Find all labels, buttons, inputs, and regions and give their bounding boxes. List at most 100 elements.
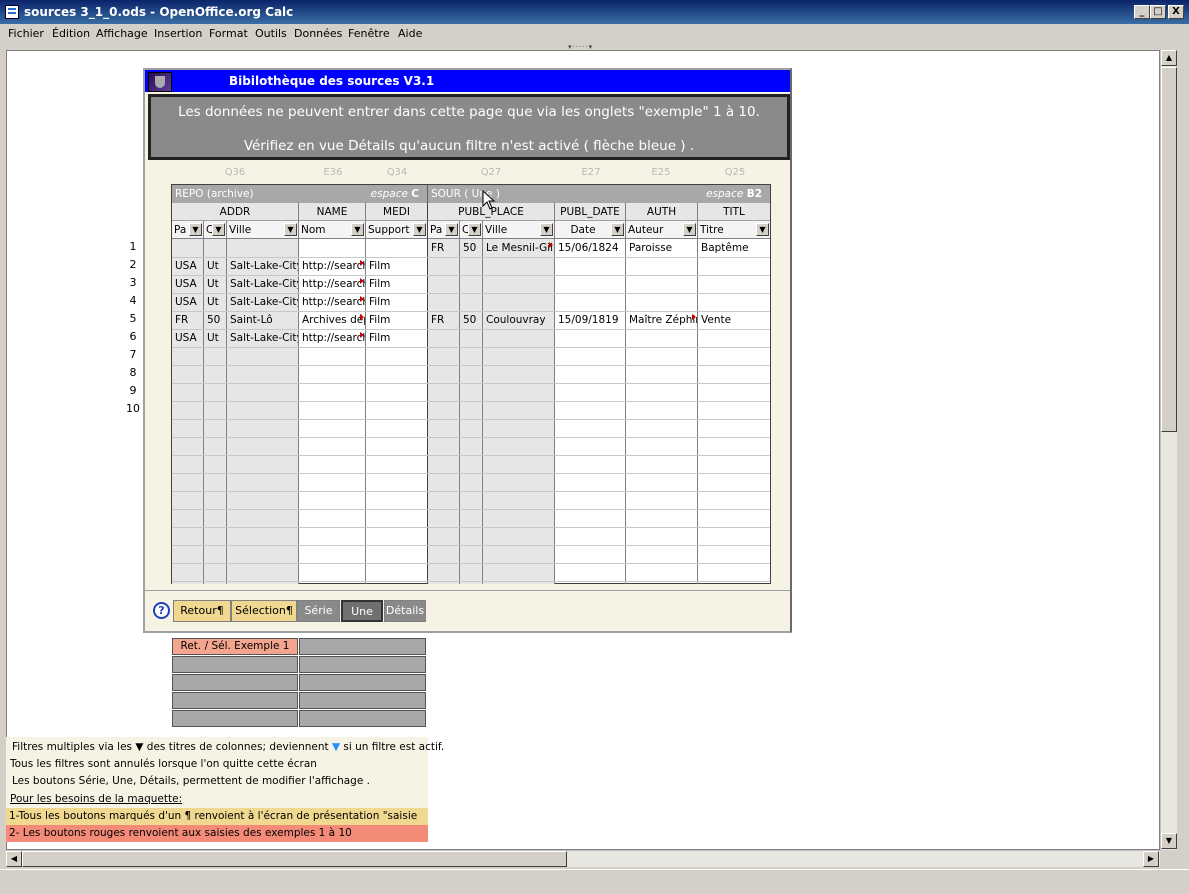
empty-button-cell[interactable]	[299, 674, 426, 691]
filter-dropdown-icon[interactable]: ▼	[413, 223, 426, 236]
table-cell-support[interactable]: Film	[366, 275, 390, 293]
table-cell-s-ville[interactable]: Coulouvray	[483, 311, 554, 329]
table-cell-s-pays[interactable]: FR	[428, 239, 444, 257]
table-cell-s-ville[interactable]	[483, 293, 554, 311]
table-cell-s-pays[interactable]	[428, 275, 431, 293]
table-cell-c[interactable]: Ut	[204, 257, 219, 275]
scroll-up-icon[interactable]: ▲	[1161, 50, 1177, 66]
table-cell-auteur[interactable]	[626, 257, 697, 275]
filter-sour-c[interactable]: C ▼	[460, 221, 483, 239]
empty-button-cell[interactable]	[172, 692, 298, 709]
menu-affichage[interactable]: Affichage	[96, 27, 148, 40]
empty-button-cell[interactable]	[299, 638, 426, 655]
table-cell-auteur[interactable]	[626, 275, 697, 293]
details-button[interactable]: Détails	[384, 600, 426, 622]
table-cell-pays[interactable]: USA	[172, 293, 197, 311]
table-cell-s-c[interactable]	[460, 257, 463, 275]
table-cell-ville[interactable]: Salt-Lake-City	[227, 293, 298, 311]
menu-insertion[interactable]: Insertion	[154, 27, 202, 40]
table-cell-date[interactable]	[555, 257, 558, 275]
table-cell-pays[interactable]: USA	[172, 275, 197, 293]
serie-button[interactable]: Série	[297, 600, 340, 622]
table-cell-support[interactable]: Film	[366, 257, 390, 275]
scroll-right-icon[interactable]: ▶	[1143, 851, 1159, 867]
table-cell-nom[interactable]: http://search	[299, 329, 365, 347]
une-button[interactable]: Une	[341, 600, 383, 622]
table-cell-date[interactable]: 15/06/1824	[555, 239, 619, 257]
toolbar-grip[interactable]: ▾·····▾	[568, 43, 608, 51]
table-cell-s-pays[interactable]	[428, 293, 431, 311]
table-cell-titre[interactable]	[698, 329, 701, 347]
filter-c[interactable]: C ▼	[204, 221, 227, 239]
filter-support[interactable]: Support ▼	[366, 221, 428, 239]
table-cell-c[interactable]	[204, 239, 207, 257]
minimize-button[interactable]: _	[1134, 5, 1150, 19]
table-cell-s-pays[interactable]	[428, 329, 431, 347]
table-cell-ville[interactable]: Salt-Lake-City	[227, 257, 298, 275]
menu-donnees[interactable]: Données	[294, 27, 342, 40]
table-cell-pays[interactable]	[172, 239, 175, 257]
table-cell-s-c[interactable]: 50	[460, 311, 476, 329]
maximize-button[interactable]: □	[1150, 5, 1166, 19]
table-cell-auteur[interactable]	[626, 329, 697, 347]
filter-sour-pays[interactable]: Pa ▼	[428, 221, 460, 239]
selection-button[interactable]: Sélection¶	[231, 600, 297, 622]
table-cell-nom[interactable]: http://search	[299, 257, 365, 275]
table-cell-date[interactable]	[555, 275, 558, 293]
table-cell-titre[interactable]: Baptême	[698, 239, 749, 257]
table-cell-nom[interactable]: Archives dép	[299, 311, 365, 329]
table-cell-auteur[interactable]	[626, 293, 697, 311]
retour-button[interactable]: Retour¶	[173, 600, 231, 622]
filter-nom[interactable]: Nom ▼	[299, 221, 366, 239]
table-cell-nom[interactable]: http://search	[299, 275, 365, 293]
table-cell-c[interactable]: Ut	[204, 293, 219, 311]
filter-dropdown-icon[interactable]: ▼	[284, 223, 297, 236]
vertical-scrollbar[interactable]: ▲ ▼	[1160, 50, 1177, 850]
filter-dropdown-icon[interactable]: ▼	[683, 223, 696, 236]
table-cell-s-c[interactable]: 50	[460, 239, 476, 257]
table-cell-titre[interactable]	[698, 257, 701, 275]
menu-fichier[interactable]: Fichier	[8, 27, 44, 40]
help-icon[interactable]: ?	[153, 602, 170, 619]
table-cell-s-c[interactable]	[460, 293, 463, 311]
filter-pays[interactable]: Pa ▼	[172, 221, 204, 239]
ret-sel-example-1-button[interactable]: Ret. / Sél. Exemple 1	[172, 638, 298, 655]
table-cell-auteur[interactable]: Maître Zéphir	[626, 311, 697, 329]
filter-titre[interactable]: Titre ▼	[698, 221, 770, 239]
table-cell-c[interactable]: 50	[204, 311, 220, 329]
table-cell-date[interactable]	[555, 293, 558, 311]
empty-button-cell[interactable]	[299, 692, 426, 709]
horizontal-scroll-thumb[interactable]	[22, 851, 567, 867]
table-cell-s-ville[interactable]	[483, 329, 554, 347]
filter-auteur[interactable]: Auteur ▼	[626, 221, 698, 239]
menu-edition[interactable]: Édition	[52, 27, 90, 40]
table-cell-titre[interactable]	[698, 275, 701, 293]
filter-sour-ville[interactable]: Ville ▼	[483, 221, 555, 239]
table-cell-s-ville[interactable]: Le Mesnil-Gilb	[483, 239, 554, 257]
table-cell-c[interactable]: Ut	[204, 329, 219, 347]
table-cell-s-c[interactable]	[460, 329, 463, 347]
table-cell-s-ville[interactable]	[483, 257, 554, 275]
scroll-down-icon[interactable]: ▼	[1161, 833, 1177, 849]
filter-dropdown-icon[interactable]: ▼	[212, 223, 225, 236]
filter-dropdown-icon[interactable]: ▼	[351, 223, 364, 236]
filter-dropdown-icon[interactable]: ▼	[468, 223, 481, 236]
table-cell-support[interactable]: Film	[366, 329, 390, 347]
menu-format[interactable]: Format	[209, 27, 248, 40]
filter-dropdown-icon[interactable]: ▼	[756, 223, 769, 236]
filter-dropdown-icon[interactable]: ▼	[611, 223, 624, 236]
table-cell-pays[interactable]: USA	[172, 329, 197, 347]
menu-fenetre[interactable]: Fenêtre	[348, 27, 390, 40]
table-cell-titre[interactable]	[698, 293, 701, 311]
table-cell-pays[interactable]: FR	[172, 311, 188, 329]
scroll-left-icon[interactable]: ◀	[6, 851, 22, 867]
empty-button-cell[interactable]	[172, 674, 298, 691]
filter-dropdown-icon[interactable]: ▼	[189, 223, 202, 236]
table-cell-c[interactable]: Ut	[204, 275, 219, 293]
menu-outils[interactable]: Outils	[255, 27, 287, 40]
table-cell-s-pays[interactable]	[428, 257, 431, 275]
vertical-scroll-thumb[interactable]	[1161, 67, 1177, 432]
empty-button-cell[interactable]	[172, 710, 298, 727]
table-cell-s-ville[interactable]	[483, 275, 554, 293]
filter-dropdown-icon[interactable]: ▼	[445, 223, 458, 236]
